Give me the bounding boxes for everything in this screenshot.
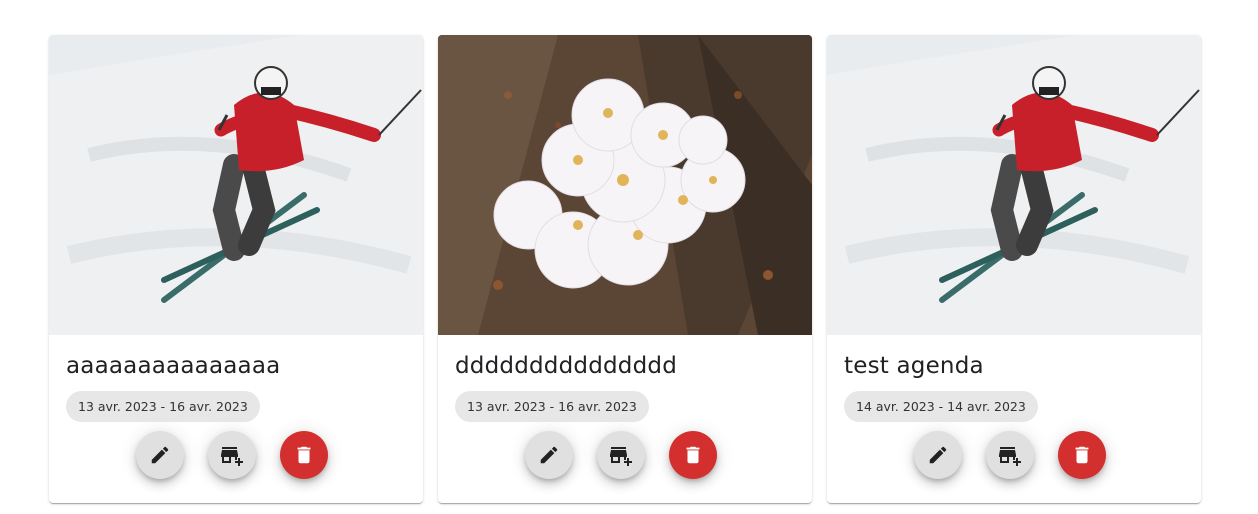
skier-icon	[49, 35, 423, 335]
event-card[interactable]: ddddddddddddddd 13 avr. 2023 - 16 avr. 2…	[438, 35, 812, 503]
edit-button[interactable]	[914, 431, 962, 479]
skier-icon	[827, 35, 1201, 335]
date-range-chip: 13 avr. 2023 - 16 avr. 2023	[455, 391, 649, 422]
add-business-button[interactable]	[208, 431, 256, 479]
delete-icon	[297, 446, 311, 464]
card-actions	[49, 431, 423, 481]
event-card[interactable]: test agenda 14 avr. 2023 - 14 avr. 2023	[827, 35, 1201, 503]
blossom-icon	[438, 35, 812, 335]
delete-icon	[1075, 446, 1089, 464]
date-range-chip: 14 avr. 2023 - 14 avr. 2023	[844, 391, 1038, 422]
card-actions	[827, 431, 1201, 481]
event-card[interactable]: aaaaaaaaaaaaaaa 13 avr. 2023 - 16 avr. 2…	[49, 35, 423, 503]
edit-icon	[540, 446, 558, 464]
card-title: ddddddddddddddd	[455, 353, 677, 379]
add-business-icon	[999, 447, 1021, 466]
add-business-button[interactable]	[597, 431, 645, 479]
card-title: aaaaaaaaaaaaaaa	[66, 353, 281, 379]
card-list: aaaaaaaaaaaaaaa 13 avr. 2023 - 16 avr. 2…	[49, 35, 1202, 503]
add-business-icon	[610, 447, 632, 466]
date-range-chip: 13 avr. 2023 - 16 avr. 2023	[66, 391, 260, 422]
add-business-icon	[221, 447, 243, 466]
delete-button[interactable]	[1058, 431, 1106, 479]
edit-icon	[151, 446, 169, 464]
card-actions	[438, 431, 812, 481]
edit-button[interactable]	[136, 431, 184, 479]
edit-icon	[929, 446, 947, 464]
edit-button[interactable]	[525, 431, 573, 479]
card-title: test agenda	[844, 353, 984, 379]
card-image	[827, 35, 1201, 335]
delete-button[interactable]	[280, 431, 328, 479]
card-image	[438, 35, 812, 335]
add-business-button[interactable]	[986, 431, 1034, 479]
delete-icon	[686, 446, 700, 464]
delete-button[interactable]	[669, 431, 717, 479]
card-image	[49, 35, 423, 335]
